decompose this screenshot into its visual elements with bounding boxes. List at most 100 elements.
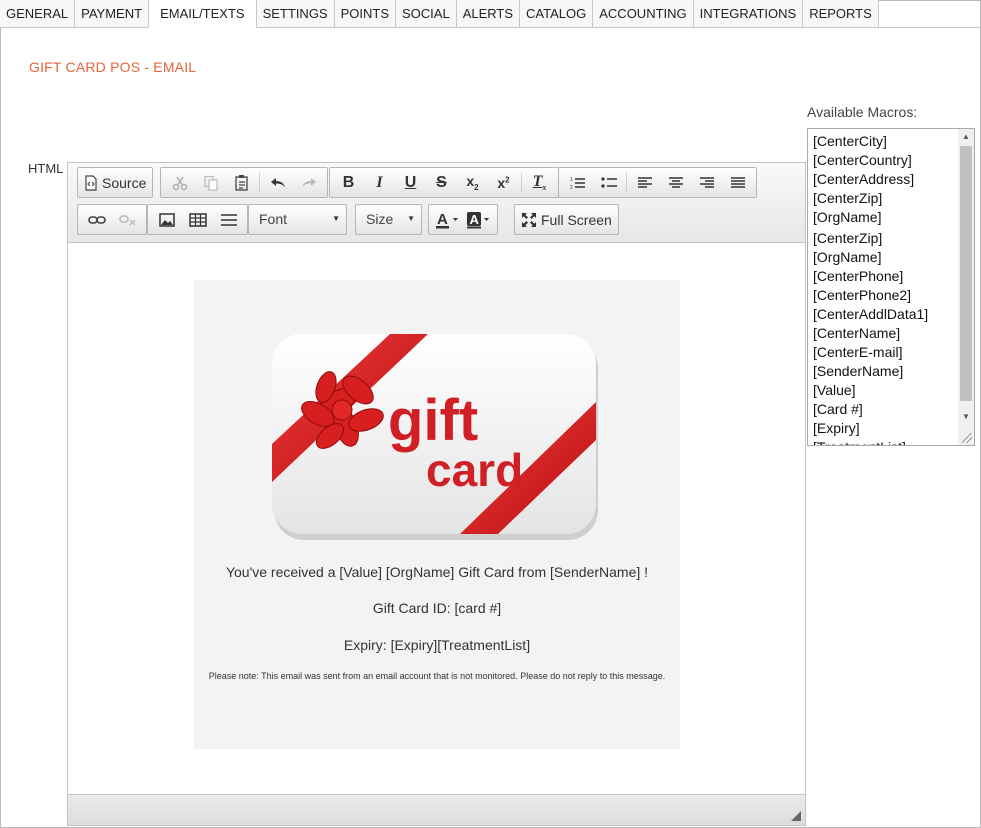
remove-format-button[interactable]: Tx — [524, 170, 555, 195]
macro-item[interactable]: [CenterZip] — [813, 189, 958, 208]
resize-grip-icon[interactable] — [962, 433, 972, 443]
underline-button[interactable]: U — [395, 170, 426, 195]
copy-button[interactable] — [195, 170, 226, 195]
numbered-list-icon: 12 — [570, 177, 585, 190]
undo-icon — [270, 177, 285, 187]
email-note: Please note: This email was sent from an… — [208, 671, 666, 681]
redo-button[interactable] — [293, 170, 324, 195]
background-color-icon: A — [466, 211, 489, 228]
email-body: gift card You've received a [Value] [Org… — [194, 280, 680, 749]
copy-icon — [203, 175, 218, 191]
background-color-button[interactable]: A — [463, 207, 494, 232]
macro-item[interactable]: [SenderName] — [813, 362, 958, 381]
fullscreen-group: Full Screen — [514, 204, 619, 235]
tab-accounting[interactable]: ACCOUNTING — [593, 0, 694, 28]
subscript-icon: x2 — [466, 173, 479, 192]
undo-button[interactable] — [262, 170, 293, 195]
source-button[interactable]: Source — [81, 170, 149, 195]
clipboard-group — [160, 167, 328, 198]
strikethrough-icon: S — [436, 173, 447, 191]
insert-group — [147, 204, 248, 235]
macro-item[interactable]: [CenterCountry] — [813, 151, 958, 170]
tab-settings[interactable]: SETTINGS — [256, 0, 335, 28]
size-select[interactable]: Size ▼ — [355, 204, 422, 235]
macro-item[interactable]: [OrgName] — [813, 208, 958, 227]
macro-item[interactable]: [CenterPhone] — [813, 267, 958, 286]
cut-button[interactable] — [164, 170, 195, 195]
horizontal-rule-button[interactable] — [213, 207, 244, 232]
justify-button[interactable] — [722, 170, 753, 195]
subscript-button[interactable]: x2 — [457, 170, 488, 195]
source-group: Source — [77, 167, 154, 198]
fullscreen-label: Full Screen — [541, 211, 612, 228]
html-editor: Source B I U S x2 x2 Tx 1 2 Font ▼ Size … — [67, 162, 806, 826]
macro-item[interactable]: [CenterPhone2] — [813, 286, 958, 305]
macro-item[interactable]: [CenterAddlData1] — [813, 305, 958, 324]
macro-item[interactable]: [Expiry] — [813, 419, 958, 438]
scrollbar-thumb[interactable] — [960, 146, 972, 401]
redo-icon — [301, 177, 316, 187]
format-group: B I U S x2 x2 Tx — [329, 167, 559, 198]
cut-icon — [172, 176, 187, 190]
email-line-expiry: Expiry: [Expiry][TreatmentList] — [343, 637, 531, 653]
scroll-up-icon[interactable]: ▲ — [958, 129, 974, 145]
font-select[interactable]: Font ▼ — [248, 204, 347, 235]
superscript-button[interactable]: x2 — [488, 170, 519, 195]
italic-button[interactable]: I — [364, 170, 395, 195]
tab-social[interactable]: SOCIAL — [396, 0, 457, 28]
italic-icon: I — [376, 173, 383, 191]
bulleted-list-button[interactable] — [593, 170, 624, 195]
macro-item[interactable]: [CenterCity] — [813, 132, 958, 151]
editor-content[interactable]: gift card You've received a [Value] [Org… — [68, 244, 805, 794]
table-button[interactable] — [182, 207, 213, 232]
fullscreen-button[interactable]: Full Screen — [518, 207, 615, 232]
align-center-icon — [668, 176, 683, 188]
macro-item[interactable]: [Value] — [813, 381, 958, 400]
macro-item[interactable]: [CenterE-mail] — [813, 343, 958, 362]
editor-statusbar — [68, 794, 805, 825]
scroll-down-icon[interactable]: ▼ — [958, 409, 974, 425]
tab-email-texts[interactable]: EMAIL/TEXTS — [149, 0, 257, 28]
bold-button[interactable]: B — [333, 170, 364, 195]
tab-reports[interactable]: REPORTS — [803, 0, 879, 28]
color-group: A A — [428, 204, 498, 235]
image-icon — [158, 212, 175, 227]
macro-item[interactable]: [CenterName] — [813, 324, 958, 343]
email-line-card-id: Gift Card ID: [card #] — [372, 600, 502, 616]
bold-icon: B — [342, 173, 355, 191]
toolbar-separator — [626, 173, 627, 192]
link-button[interactable] — [81, 207, 112, 232]
tab-general[interactable]: GENERAL — [0, 0, 76, 28]
macros-listbox[interactable]: [CenterCity] [CenterCountry] [CenterAddr… — [807, 128, 975, 446]
macro-item[interactable]: [OrgName] — [813, 248, 958, 267]
unlink-button[interactable] — [112, 207, 143, 232]
image-button[interactable] — [151, 207, 182, 232]
align-left-button[interactable] — [629, 170, 660, 195]
bulleted-list-icon — [600, 176, 617, 188]
tab-alerts[interactable]: ALERTS — [456, 0, 521, 28]
strikethrough-button[interactable]: S — [426, 170, 457, 195]
fullscreen-icon — [522, 212, 536, 227]
chevron-down-icon: ▼ — [407, 214, 415, 223]
align-right-button[interactable] — [691, 170, 722, 195]
align-left-icon — [637, 176, 652, 188]
paste-button[interactable] — [226, 170, 257, 195]
text-color-icon: A — [435, 211, 458, 228]
macro-item[interactable]: [Card #] — [813, 400, 958, 419]
tab-payment[interactable]: PAYMENT — [75, 0, 150, 28]
macro-item[interactable]: [CenterZip] — [813, 229, 958, 248]
macro-item[interactable]: [TreatmentList] — [813, 438, 958, 445]
tab-points[interactable]: POINTS — [334, 0, 397, 28]
macros-scrollbar[interactable]: ▲ ▼ — [958, 129, 974, 445]
source-label: Source — [102, 174, 147, 191]
tab-integrations[interactable]: INTEGRATIONS — [693, 0, 804, 28]
resize-grip-icon[interactable] — [791, 811, 801, 821]
macro-item[interactable]: [CenterAddress] — [813, 170, 958, 189]
size-select-label: Size — [366, 211, 394, 227]
align-center-button[interactable] — [660, 170, 691, 195]
text-color-button[interactable]: A — [432, 207, 463, 232]
numbered-list-button[interactable]: 12 — [562, 170, 593, 195]
svg-text:A: A — [469, 212, 479, 227]
tab-catalog[interactable]: CATALOG — [520, 0, 594, 28]
paste-icon — [234, 174, 248, 191]
